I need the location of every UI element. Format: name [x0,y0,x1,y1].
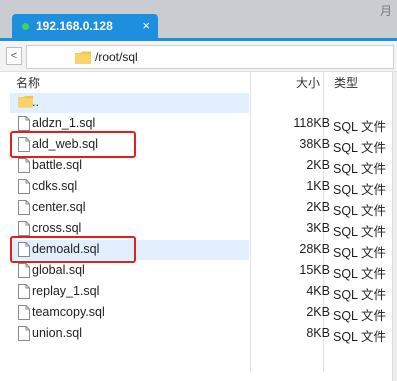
column-type-header[interactable]: 类型 [334,74,358,91]
file-row[interactable]: .. [10,93,249,113]
file-size: 1KB [306,179,330,193]
file-icon [18,284,30,302]
file-row[interactable]: global.sql 15KB SQL 文件 [10,261,386,281]
file-name: cross.sql [32,221,82,235]
file-row[interactable]: teamcopy.sql 2KB SQL 文件 [10,303,386,323]
file-size: 2KB [306,305,330,319]
file-icon [18,326,30,344]
path-text: /root/sql [95,50,138,64]
file-name: union.sql [32,326,83,340]
file-type: SQL 文件 [333,246,387,260]
file-size: 118KB [293,116,330,130]
column-name-header[interactable]: 名称 [16,74,40,91]
file-size: 8KB [306,326,330,340]
file-size: 2KB [306,200,330,214]
file-name: battle.sql [32,158,83,172]
file-name: replay_1.sql [32,284,100,298]
file-icon [18,263,30,281]
folder-icon [75,51,91,64]
file-row[interactable]: center.sql 2KB SQL 文件 [10,198,386,218]
file-size: 3KB [306,221,330,235]
truncated-text: 月 [380,4,393,18]
file-size: 28KB [299,242,330,256]
file-name: global.sql [32,263,85,277]
column-header-row: 名称 大小 类型 [0,72,397,92]
file-icon [18,305,30,323]
file-type: SQL 文件 [333,183,387,197]
file-type: SQL 文件 [333,330,387,344]
path-input[interactable]: /root/sql [26,45,394,69]
file-row[interactable]: replay_1.sql 4KB SQL 文件 [10,282,386,302]
tab-session[interactable]: 192.168.0.128 × [12,14,158,38]
file-name: .. [32,95,39,109]
column-size-header[interactable]: 大小 [296,74,320,91]
file-row[interactable]: union.sql 8KB SQL 文件 [10,324,386,344]
file-name: aldzn_1.sql [32,116,96,130]
file-size: 4KB [306,284,330,298]
file-icon [18,200,30,218]
file-row[interactable]: battle.sql 2KB SQL 文件 [10,156,386,176]
file-size: 2KB [306,158,330,172]
title-bar: 192.168.0.128 × 月 [0,0,397,38]
file-type: SQL 文件 [333,162,387,176]
path-bar: < /root/sql [0,41,397,72]
file-type: SQL 文件 [333,120,387,134]
tab-close-icon[interactable]: × [142,14,150,38]
file-icon [18,158,30,176]
file-row[interactable]: cdks.sql 1KB SQL 文件 [10,177,386,197]
file-name: teamcopy.sql [32,305,105,319]
file-type: SQL 文件 [333,288,387,302]
file-icon [18,179,30,197]
file-type: SQL 文件 [333,204,387,218]
file-type: SQL 文件 [333,309,387,323]
file-name: cdks.sql [32,179,78,193]
file-type: SQL 文件 [333,225,387,239]
file-type: SQL 文件 [333,267,387,281]
folder-icon [18,95,33,111]
file-name: center.sql [32,200,86,214]
status-dot-icon [22,23,29,30]
scrollbar[interactable] [392,72,397,381]
file-type: SQL 文件 [333,141,387,155]
highlight-box [10,236,136,263]
tab-title: 192.168.0.128 [36,19,113,33]
back-button[interactable]: < [6,47,22,65]
column-divider[interactable] [250,72,251,372]
file-size: 38KB [299,137,330,151]
file-size: 15KB [299,263,330,277]
highlight-box [10,131,136,158]
